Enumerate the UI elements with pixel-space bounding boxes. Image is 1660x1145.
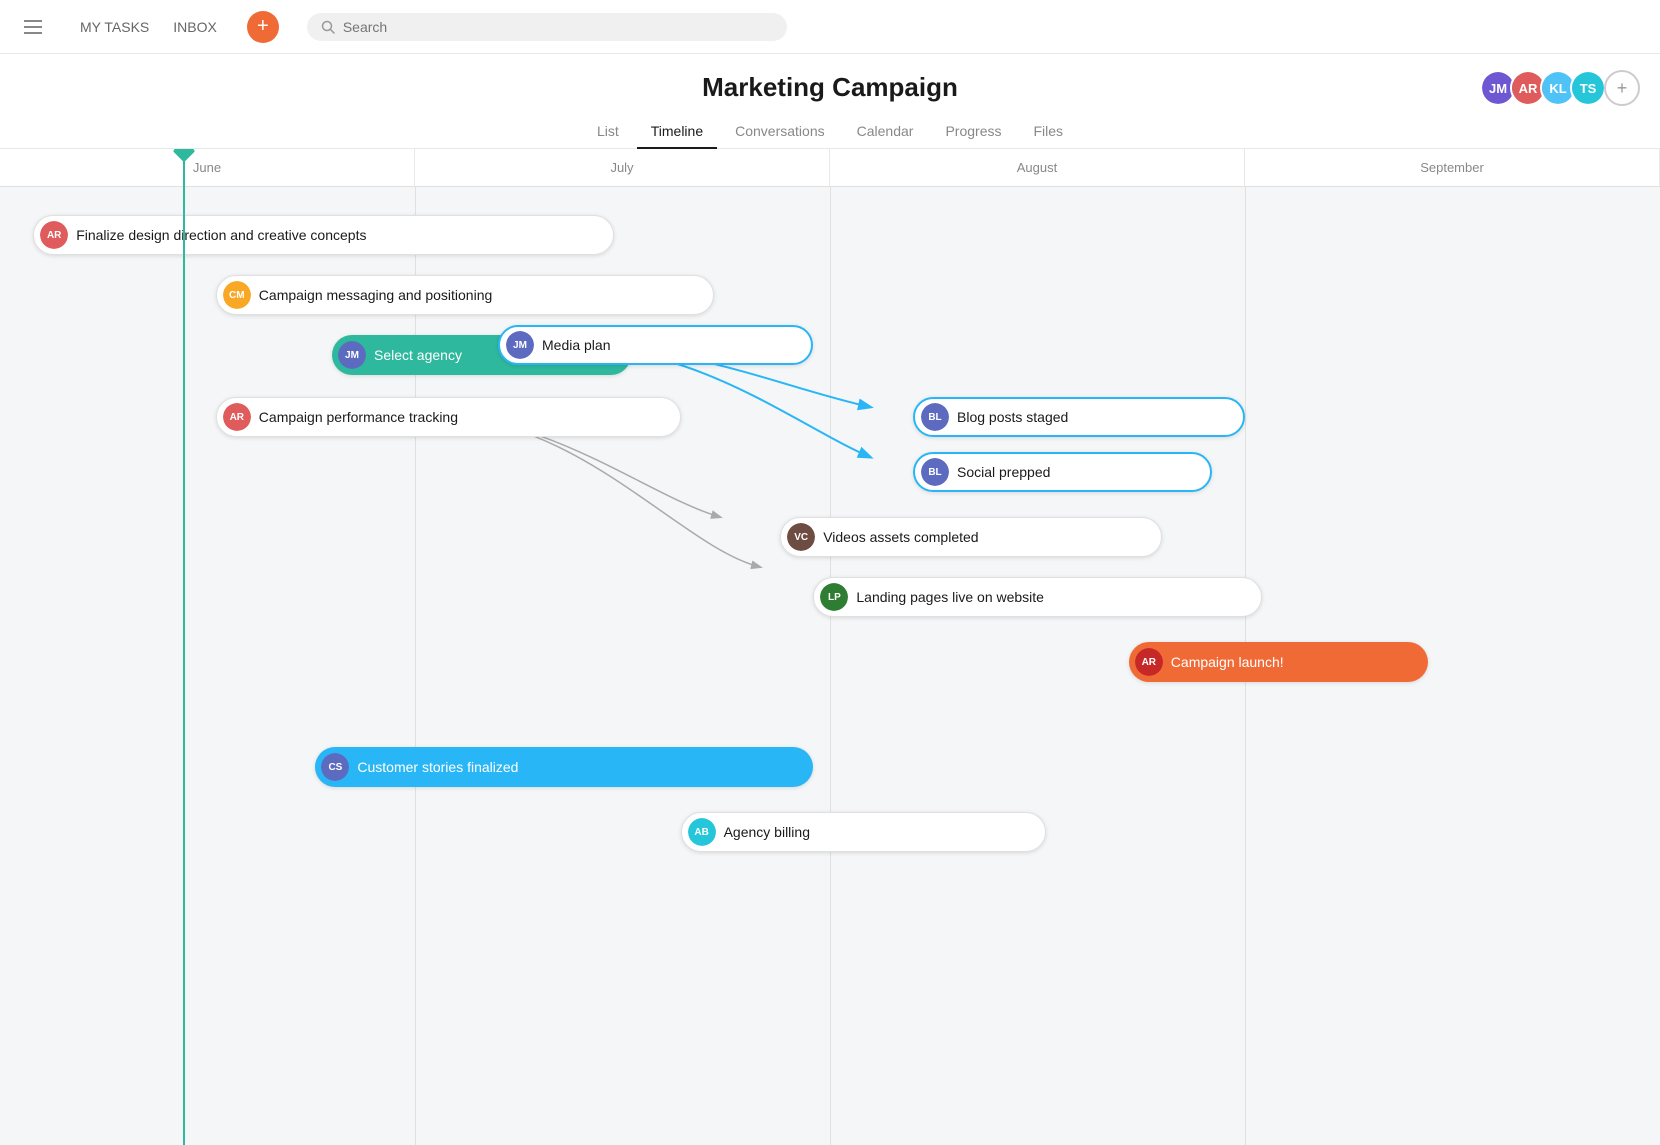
time-indicator [183, 149, 185, 1145]
avatar-4: TS [1570, 70, 1606, 106]
task-label-messaging: Campaign messaging and positioning [259, 287, 492, 303]
task-avatar-billing: AB [688, 818, 716, 846]
task-label-agency: Select agency [374, 347, 462, 363]
add-button[interactable]: + [247, 11, 279, 43]
task-blog-posts[interactable]: BL Blog posts staged [913, 397, 1245, 437]
inbox-link[interactable]: INBOX [163, 13, 227, 41]
divider-july-august [830, 187, 831, 1145]
month-july: July [415, 149, 830, 186]
add-member-button[interactable]: + [1604, 70, 1640, 106]
divider-june-july [415, 187, 416, 1145]
tab-progress[interactable]: Progress [931, 115, 1015, 149]
task-label-tracking: Campaign performance tracking [259, 409, 458, 425]
search-input[interactable] [343, 19, 773, 35]
task-label-launch: Campaign launch! [1171, 654, 1284, 670]
tab-calendar[interactable]: Calendar [843, 115, 928, 149]
month-june: June [0, 149, 415, 186]
hamburger-menu[interactable] [16, 12, 50, 42]
project-header: JM AR KL TS + Marketing Campaign List Ti… [0, 54, 1660, 149]
task-avatar-videos: VC [787, 523, 815, 551]
task-social-prepped[interactable]: BL Social prepped [913, 452, 1212, 492]
month-august: August [830, 149, 1245, 186]
timeline-body: AR Finalize design direction and creativ… [0, 187, 1660, 1145]
task-avatar-tracking: AR [223, 403, 251, 431]
task-videos-assets[interactable]: VC Videos assets completed [780, 517, 1162, 557]
timeline-months: June July August September [0, 149, 1660, 187]
task-label-stories: Customer stories finalized [357, 759, 518, 775]
task-label-billing: Agency billing [724, 824, 810, 840]
timeline-container: June July August September [0, 149, 1660, 1145]
month-september: September [1245, 149, 1660, 186]
tab-files[interactable]: Files [1019, 115, 1077, 149]
task-label-media: Media plan [542, 337, 611, 353]
task-label-landing: Landing pages live on website [856, 589, 1044, 605]
project-title: Marketing Campaign [0, 72, 1660, 103]
task-avatar-social: BL [921, 458, 949, 486]
task-media-plan[interactable]: JM Media plan [498, 325, 813, 365]
nav-links: MY TASKS INBOX [70, 13, 227, 41]
top-navigation: MY TASKS INBOX + [0, 0, 1660, 54]
my-tasks-link[interactable]: MY TASKS [70, 13, 159, 41]
task-avatar-landing: LP [820, 583, 848, 611]
task-agency-billing[interactable]: AB Agency billing [681, 812, 1046, 852]
task-avatar-stories: CS [321, 753, 349, 781]
task-label-videos: Videos assets completed [823, 529, 978, 545]
tab-conversations[interactable]: Conversations [721, 115, 839, 149]
task-label-blog: Blog posts staged [957, 409, 1068, 425]
task-campaign-messaging[interactable]: CM Campaign messaging and positioning [216, 275, 714, 315]
project-tabs: List Timeline Conversations Calendar Pro… [0, 115, 1660, 148]
task-label-social: Social prepped [957, 464, 1050, 480]
task-campaign-tracking[interactable]: AR Campaign performance tracking [216, 397, 681, 437]
task-label-finalize: Finalize design direction and creative c… [76, 227, 366, 243]
task-finalize-design[interactable]: AR Finalize design direction and creativ… [33, 215, 614, 255]
task-avatar-launch: AR [1135, 648, 1163, 676]
search-icon [321, 20, 335, 34]
task-avatar-blog: BL [921, 403, 949, 431]
tab-timeline[interactable]: Timeline [637, 115, 717, 149]
task-landing-pages[interactable]: LP Landing pages live on website [813, 577, 1261, 617]
task-customer-stories[interactable]: CS Customer stories finalized [315, 747, 813, 787]
project-avatars: JM AR KL TS + [1480, 70, 1640, 106]
search-bar [307, 13, 787, 41]
task-avatar-messaging: CM [223, 281, 251, 309]
task-avatar-agency: JM [338, 341, 366, 369]
task-avatar-media: JM [506, 331, 534, 359]
tab-list[interactable]: List [583, 115, 633, 149]
task-campaign-launch[interactable]: AR Campaign launch! [1129, 642, 1428, 682]
task-avatar-finalize: AR [40, 221, 68, 249]
